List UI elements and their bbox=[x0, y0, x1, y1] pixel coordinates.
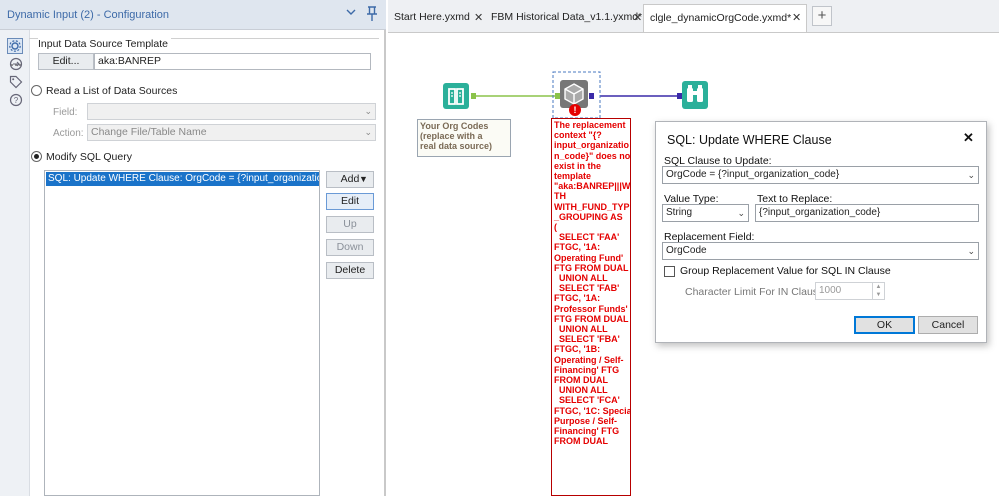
char-limit-value: 1000 bbox=[819, 285, 842, 296]
sql-update-where-dialog: SQL: Update WHERE Clause ✕ SQL Clause to… bbox=[655, 121, 987, 343]
output-anchor[interactable] bbox=[589, 93, 594, 99]
input-tool-icon[interactable] bbox=[443, 83, 469, 109]
char-limit-stepper[interactable]: 1000 ▲ ▼ bbox=[815, 282, 885, 300]
text-replace-input[interactable]: {?input_organization_code} bbox=[755, 204, 979, 222]
group-checkbox-label: Group Replacement Value for SQL IN Claus… bbox=[680, 265, 891, 277]
dialog-title: SQL: Update WHERE Clause bbox=[667, 133, 832, 147]
error-annotation: The replacement context "{? input_organi… bbox=[551, 118, 631, 496]
char-limit-label: Character Limit For IN Clause: bbox=[685, 286, 827, 298]
cancel-button[interactable]: Cancel bbox=[918, 316, 978, 334]
chevron-down-icon: ⌄ bbox=[967, 246, 975, 256]
browse-tool-icon[interactable] bbox=[682, 81, 708, 109]
spinner-icon[interactable]: ▲ ▼ bbox=[872, 283, 884, 299]
value-type-select[interactable]: String ⌄ bbox=[662, 204, 749, 222]
ok-button[interactable]: OK bbox=[854, 316, 915, 334]
group-replacement-checkbox[interactable] bbox=[664, 266, 675, 277]
chevron-down-icon: ⌄ bbox=[967, 170, 975, 180]
chevron-down-icon: ⌄ bbox=[737, 208, 745, 218]
output-anchor[interactable] bbox=[471, 93, 476, 99]
error-icon[interactable]: ! bbox=[569, 104, 581, 116]
close-icon[interactable]: ✕ bbox=[963, 130, 974, 146]
clause-select[interactable]: OrgCode = {?input_organization_code} ⌄ bbox=[662, 166, 979, 184]
replacement-field-select[interactable]: OrgCode ⌄ bbox=[662, 242, 979, 260]
clause-select-value: OrgCode = {?input_organization_code} bbox=[666, 169, 840, 180]
replacement-field-select-value: OrgCode bbox=[666, 245, 707, 256]
input-tool-annotation: Your Org Codes (replace with a real data… bbox=[417, 119, 511, 157]
value-type-select-value: String bbox=[666, 207, 693, 218]
